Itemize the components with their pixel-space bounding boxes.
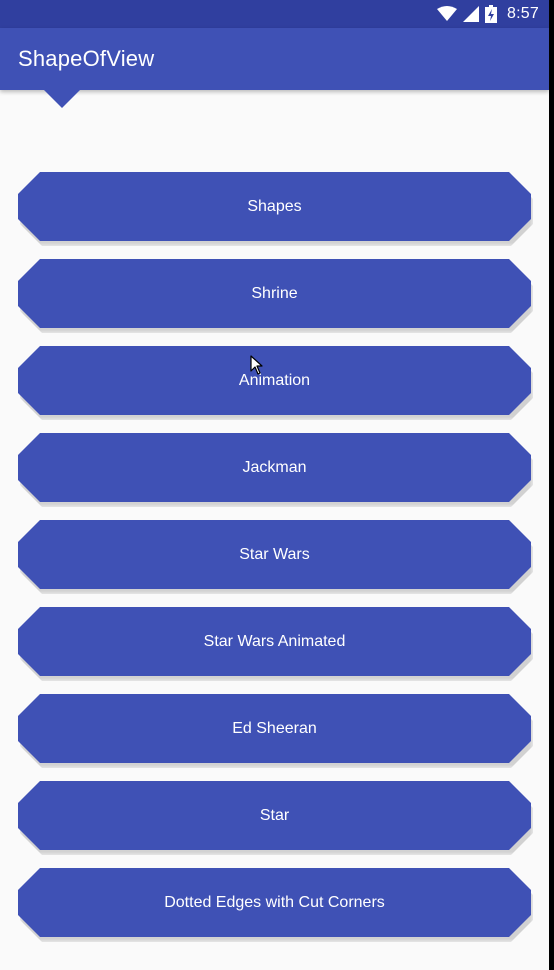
star-button[interactable]: Star xyxy=(18,781,531,850)
app-screen: 8:57 ShapeOfView Shapes Shrine Animation… xyxy=(0,0,549,970)
ed-sheeran-button[interactable]: Ed Sheeran xyxy=(18,694,531,763)
shapes-button[interactable]: Shapes xyxy=(18,172,531,241)
star-wars-animated-button[interactable]: Star Wars Animated xyxy=(18,607,531,676)
jackman-button[interactable]: Jackman xyxy=(18,433,531,502)
button-list: Shapes Shrine Animation Jackman Star War… xyxy=(0,0,549,970)
dotted-edges-cut-corners-button[interactable]: Dotted Edges with Cut Corners xyxy=(18,868,531,937)
star-wars-button[interactable]: Star Wars xyxy=(18,520,531,589)
mouse-pointer-icon xyxy=(250,355,263,375)
shrine-button[interactable]: Shrine xyxy=(18,259,531,328)
animation-button[interactable]: Animation xyxy=(18,346,531,415)
